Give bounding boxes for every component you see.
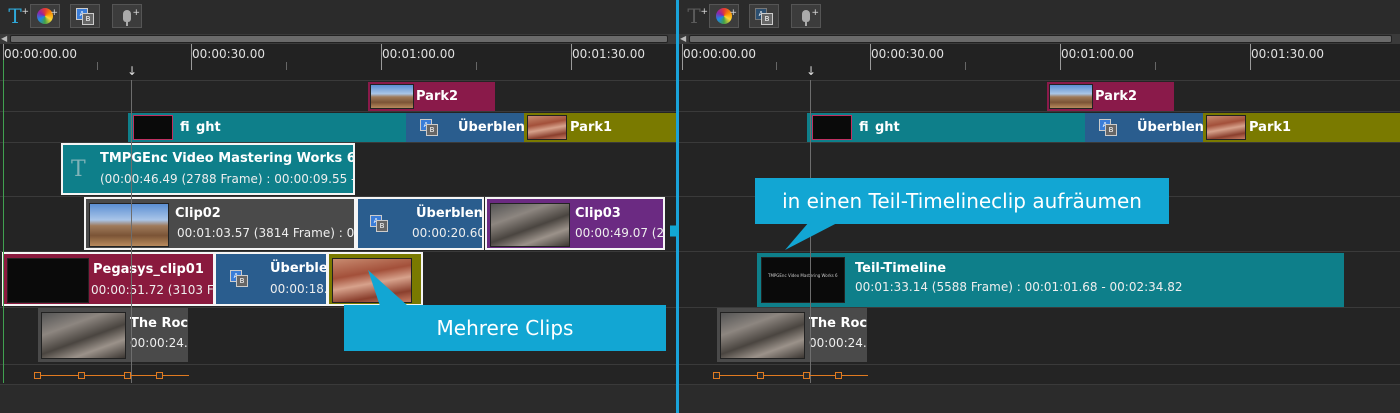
timeline-footer xyxy=(0,384,676,413)
time-ruler[interactable]: 00:00:00.00 00:00:30.00 00:01:00.00 00:0… xyxy=(0,44,676,81)
keyframe-marker[interactable] xyxy=(78,372,85,379)
keyframe-marker[interactable] xyxy=(713,372,720,379)
start-marker-line xyxy=(3,60,4,383)
clip-thumbnail xyxy=(527,115,567,140)
ruler-label: 00:01:00.00 xyxy=(382,47,455,61)
title-text-icon: T xyxy=(71,157,86,182)
clip-thumbnail: TMPGEnc Video Mastering Works 6 xyxy=(761,257,845,303)
keyframe-line xyxy=(37,375,189,376)
clip-thumbnail xyxy=(7,258,89,303)
cursor-marker-icon[interactable]: ↓ xyxy=(127,64,137,78)
text-add-icon: T xyxy=(687,4,701,28)
ruler-label: 00:00:00.00 xyxy=(4,47,77,61)
clip-transition[interactable]: AB Überblend 00:00:20.60 xyxy=(356,197,484,250)
effect-add-button[interactable]: + xyxy=(30,4,60,28)
scroll-left-icon[interactable]: ◀ xyxy=(1,34,7,43)
clip-thumbnail xyxy=(41,312,126,359)
text-add-icon: T xyxy=(8,4,22,28)
clip-clip02[interactable]: Clip02 00:01:03.57 (3814 Frame) : 00 xyxy=(84,197,356,250)
horizontal-scrollbar[interactable]: ◀ xyxy=(679,34,1400,44)
clip-thumbnail xyxy=(370,84,414,109)
scrollbar-thumb[interactable] xyxy=(10,35,668,43)
clip-park2[interactable]: Park2 xyxy=(1047,82,1174,111)
clip-transition[interactable]: AB Überblend xyxy=(1085,113,1203,142)
time-ruler[interactable]: 00:00:00.00 00:00:30.00 00:01:00.00 00:0… xyxy=(679,44,1400,81)
microphone-icon xyxy=(802,10,810,26)
track-row xyxy=(0,80,676,112)
playhead-line[interactable] xyxy=(131,80,132,383)
clip-fight[interactable]: fi ght xyxy=(128,113,408,142)
keyframe-line xyxy=(716,375,868,376)
microphone-icon xyxy=(123,10,131,26)
ruler-label: 00:01:30.00 xyxy=(1251,47,1324,61)
text-add-button[interactable]: T + xyxy=(0,4,30,28)
clip-thumbnail xyxy=(720,312,805,359)
transition-icon: AB xyxy=(755,8,773,25)
clip-the-rock[interactable]: The Rock 00:00:24. xyxy=(717,308,867,362)
timeline-toolbar: T + + AB + xyxy=(0,0,676,34)
callout-multiple-clips: Mehrere Clips xyxy=(344,305,666,351)
transition-icon: AB xyxy=(420,119,438,136)
transition-icon: AB xyxy=(230,270,248,287)
transition-icon: AB xyxy=(76,8,94,25)
keyframe-marker[interactable] xyxy=(34,372,41,379)
track-row xyxy=(679,80,1400,112)
transition-button[interactable]: AB xyxy=(70,4,100,28)
scroll-left-icon[interactable]: ◀ xyxy=(680,34,686,43)
clip-the-rock[interactable]: The Rock 00:00:24. xyxy=(38,308,188,362)
clip-transition[interactable]: AB Überblend 00:00:18. xyxy=(214,252,328,306)
keyframe-marker[interactable] xyxy=(156,372,163,379)
clip-fight[interactable]: fi ght xyxy=(807,113,1087,142)
clip-thumbnail xyxy=(490,203,570,247)
clip-park1[interactable]: Park1 xyxy=(1203,113,1400,142)
transition-icon: AB xyxy=(370,215,388,232)
keyframe-marker[interactable] xyxy=(835,372,842,379)
text-add-button[interactable]: T + xyxy=(679,4,709,28)
cursor-marker-icon[interactable]: ↓ xyxy=(806,64,816,78)
callout-teil-timeline: in einen Teil-Timelineclip aufräumen xyxy=(755,178,1169,224)
timeline-footer xyxy=(679,384,1400,413)
clip-park1[interactable]: Park1 xyxy=(524,113,676,142)
clip-thumbnail xyxy=(133,115,173,140)
left-timeline-panel: T + + AB + ◀ 00:00:00.00 00:00:30.00 00:… xyxy=(0,0,676,413)
keyframe-marker[interactable] xyxy=(803,372,810,379)
clip-transition[interactable]: AB Überblend xyxy=(406,113,524,142)
transition-button[interactable]: AB xyxy=(749,4,779,28)
transition-icon: AB xyxy=(1099,119,1117,136)
ruler-label: 00:00:30.00 xyxy=(871,47,944,61)
keyframe-marker[interactable] xyxy=(757,372,764,379)
clip-pegasys-clip01[interactable]: Pegasys_clip01 00:00:51.72 (3103 Frame xyxy=(2,252,215,306)
narration-button[interactable]: + xyxy=(791,4,821,28)
scrollbar-thumb[interactable] xyxy=(689,35,1392,43)
ruler-label: 00:01:30.00 xyxy=(572,47,645,61)
clip-thumbnail xyxy=(812,115,852,140)
effect-add-button[interactable]: + xyxy=(709,4,739,28)
ruler-label: 00:00:30.00 xyxy=(192,47,265,61)
clip-park2[interactable]: Park2 xyxy=(368,82,495,111)
clip-thumbnail xyxy=(1206,115,1246,140)
narration-button[interactable]: + xyxy=(112,4,142,28)
right-timeline-panel: T + + AB + ◀ 00:00:00.00 00:00:30.00 00:… xyxy=(679,0,1400,413)
keyframe-marker[interactable] xyxy=(124,372,131,379)
clip-clip03[interactable]: Clip03 00:00:49.07 (2 xyxy=(485,197,665,250)
callout-pointer xyxy=(785,222,839,250)
clip-thumbnail xyxy=(1049,84,1093,109)
ruler-label: 00:01:00.00 xyxy=(1061,47,1134,61)
clip-thumbnail xyxy=(89,203,169,247)
horizontal-scrollbar[interactable]: ◀ xyxy=(0,34,676,44)
timeline-toolbar: T + + AB + xyxy=(679,0,1400,34)
clip-teil-timeline[interactable]: TMPGEnc Video Mastering Works 6 Teil-Tim… xyxy=(757,253,1344,307)
ruler-label: 00:00:00.00 xyxy=(683,47,756,61)
clip-title[interactable]: T TMPGEnc Video Mastering Works 6 (00:00… xyxy=(61,143,355,195)
